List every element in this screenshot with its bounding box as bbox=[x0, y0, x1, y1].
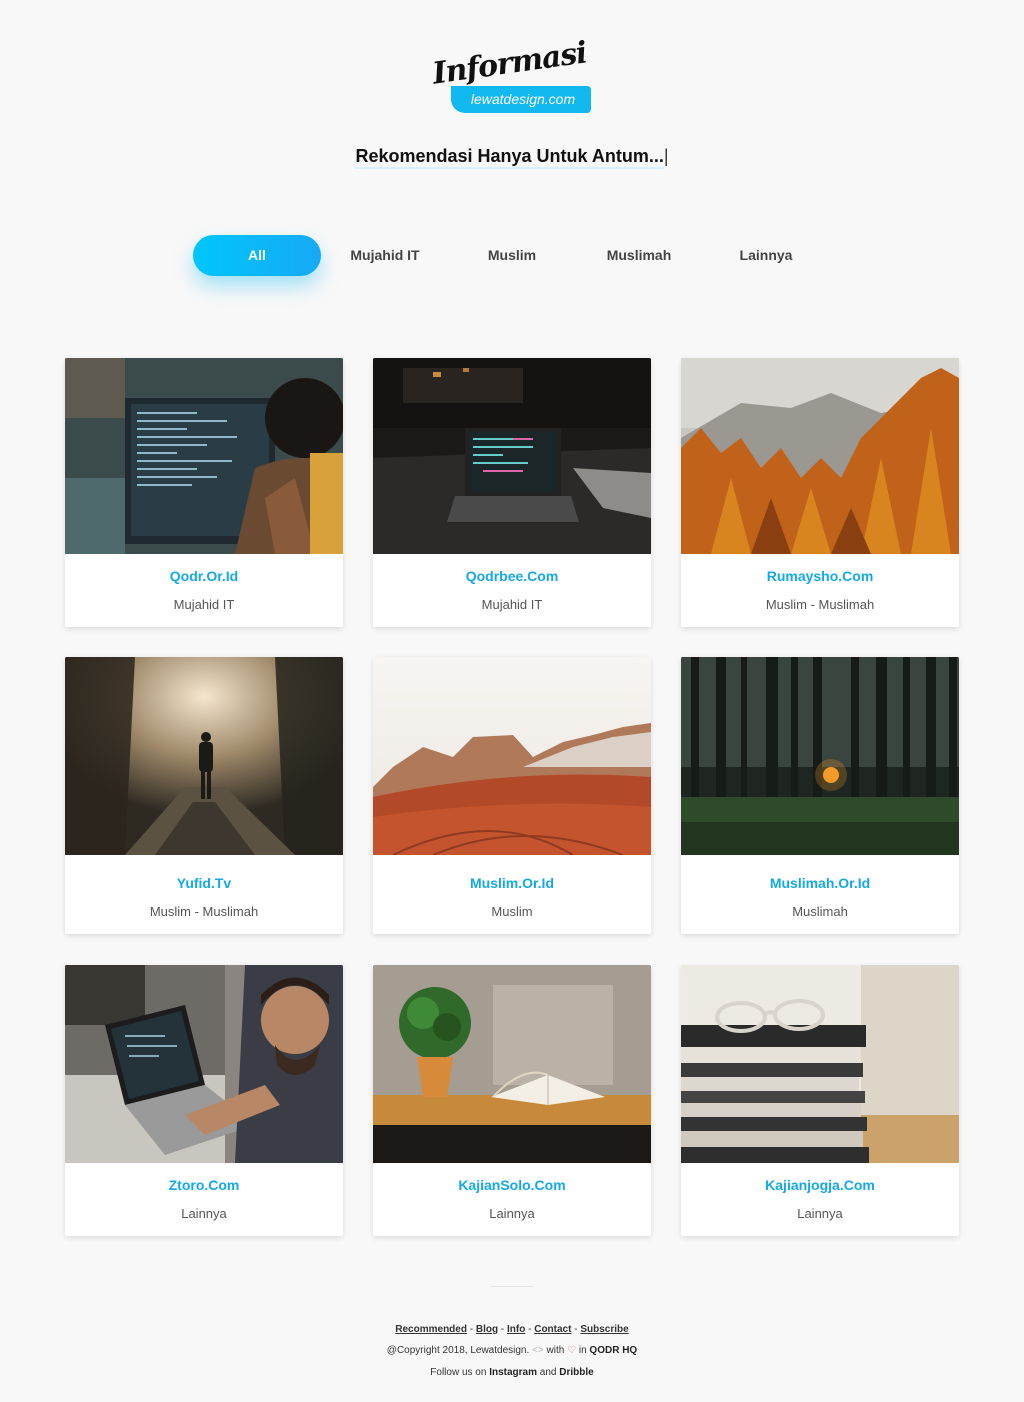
card-category: Muslim - Muslimah bbox=[765, 597, 875, 612]
card-image-forest-sunset bbox=[681, 657, 959, 855]
card-image-book-plant bbox=[373, 965, 651, 1163]
card-title[interactable]: Rumaysho.Com bbox=[681, 568, 959, 584]
site-card[interactable]: Qodr.Or.Id Mujahid IT bbox=[65, 358, 343, 627]
footer-separator: - bbox=[528, 1324, 532, 1335]
card-image-developer-monitor bbox=[65, 358, 343, 554]
logo-badge: lewatdesign.com bbox=[451, 86, 591, 113]
footer-link-recommended[interactable]: Recommended bbox=[395, 1324, 467, 1335]
footer-copyright: @Copyright 2018, Lewatdesign. <> with ♡ … bbox=[0, 1345, 1024, 1356]
filter-tab-mujahid-it[interactable]: Mujahid IT bbox=[321, 235, 449, 276]
card-title[interactable]: Kajianjogja.Com bbox=[681, 1177, 959, 1193]
card-image-red-desert bbox=[373, 657, 651, 855]
card-category: Lainnya bbox=[181, 1206, 227, 1221]
site-card[interactable]: Yufid.Tv Muslim - Muslimah bbox=[65, 657, 343, 934]
footer-link-contact[interactable]: Contact bbox=[534, 1324, 571, 1335]
card-image-foggy-path bbox=[65, 657, 343, 855]
card-title[interactable]: Muslimah.Or.Id bbox=[681, 875, 959, 891]
site-card[interactable]: Ztoro.Com Lainnya bbox=[65, 965, 343, 1236]
footer-link-info[interactable]: Info bbox=[507, 1324, 525, 1335]
card-category: Lainnya bbox=[489, 1206, 535, 1221]
card-title[interactable]: Qodrbee.Com bbox=[373, 568, 651, 584]
filter-tab-all[interactable]: All bbox=[193, 235, 321, 276]
footer-separator: - bbox=[574, 1324, 578, 1335]
card-category: Mujahid IT bbox=[481, 597, 543, 612]
card-category: Muslim - Muslimah bbox=[149, 904, 259, 919]
card-category: Lainnya bbox=[797, 1206, 843, 1221]
logo-script-text: Informasi bbox=[430, 35, 589, 92]
footer-follow: Follow us on Instagram and Dribble bbox=[0, 1367, 1024, 1378]
hq-name: QODR HQ bbox=[589, 1345, 638, 1356]
footer-separator: - bbox=[469, 1324, 474, 1335]
heart-icon: ♡ bbox=[567, 1345, 577, 1356]
card-title[interactable]: Ztoro.Com bbox=[65, 1177, 343, 1193]
tagline: Rekomendasi Hanya Untuk Antum...| bbox=[0, 146, 1024, 169]
in-text: in bbox=[578, 1345, 587, 1356]
follow-prefix: Follow us on bbox=[430, 1367, 487, 1378]
typing-cursor: | bbox=[663, 146, 669, 166]
footer-separator: - bbox=[500, 1324, 505, 1335]
site-card[interactable]: Qodrbee.Com Mujahid IT bbox=[373, 358, 651, 627]
tagline-text: Rekomendasi Hanya Untuk Antum... bbox=[355, 146, 664, 169]
filter-tab-lainnya[interactable]: Lainnya bbox=[702, 235, 830, 276]
footer-link-blog[interactable]: Blog bbox=[476, 1324, 498, 1335]
card-category: Mujahid IT bbox=[173, 597, 235, 612]
site-card[interactable]: Muslim.Or.Id Muslim bbox=[373, 657, 651, 934]
card-title[interactable]: Yufid.Tv bbox=[65, 875, 343, 891]
card-title[interactable]: KajianSolo.Com bbox=[373, 1177, 651, 1193]
instagram-link[interactable]: Instagram bbox=[489, 1367, 537, 1378]
card-title[interactable]: Qodr.Or.Id bbox=[65, 568, 343, 584]
footer-divider bbox=[491, 1286, 533, 1287]
site-logo[interactable]: Informasi lewatdesign.com bbox=[430, 35, 595, 116]
card-category: Muslimah bbox=[792, 904, 848, 919]
site-card[interactable]: KajianSolo.Com Lainnya bbox=[373, 965, 651, 1236]
footer-link-subscribe[interactable]: Subscribe bbox=[580, 1324, 628, 1335]
and-text: and bbox=[539, 1367, 557, 1378]
filter-tab-muslimah[interactable]: Muslimah bbox=[575, 235, 703, 276]
card-image-laptop-dark bbox=[373, 358, 651, 554]
card-category: Muslim bbox=[491, 904, 533, 919]
filter-tab-muslim[interactable]: Muslim bbox=[448, 235, 576, 276]
copyright-text: @Copyright 2018, Lewatdesign. bbox=[386, 1345, 530, 1356]
card-image-autumn-forest bbox=[681, 358, 959, 554]
site-card[interactable]: Kajianjogja.Com Lainnya bbox=[681, 965, 959, 1236]
card-image-man-laptop bbox=[65, 965, 343, 1163]
card-title[interactable]: Muslim.Or.Id bbox=[373, 875, 651, 891]
site-card[interactable]: Muslimah.Or.Id Muslimah bbox=[681, 657, 959, 934]
footer-nav: Recommended - Blog - Info - Contact - Su… bbox=[0, 1324, 1024, 1335]
card-image-books-glasses bbox=[681, 965, 959, 1163]
code-icon: <> bbox=[532, 1345, 544, 1356]
site-card[interactable]: Rumaysho.Com Muslim - Muslimah bbox=[681, 358, 959, 627]
with-text: with bbox=[546, 1345, 565, 1356]
dribble-link[interactable]: Dribble bbox=[559, 1367, 593, 1378]
